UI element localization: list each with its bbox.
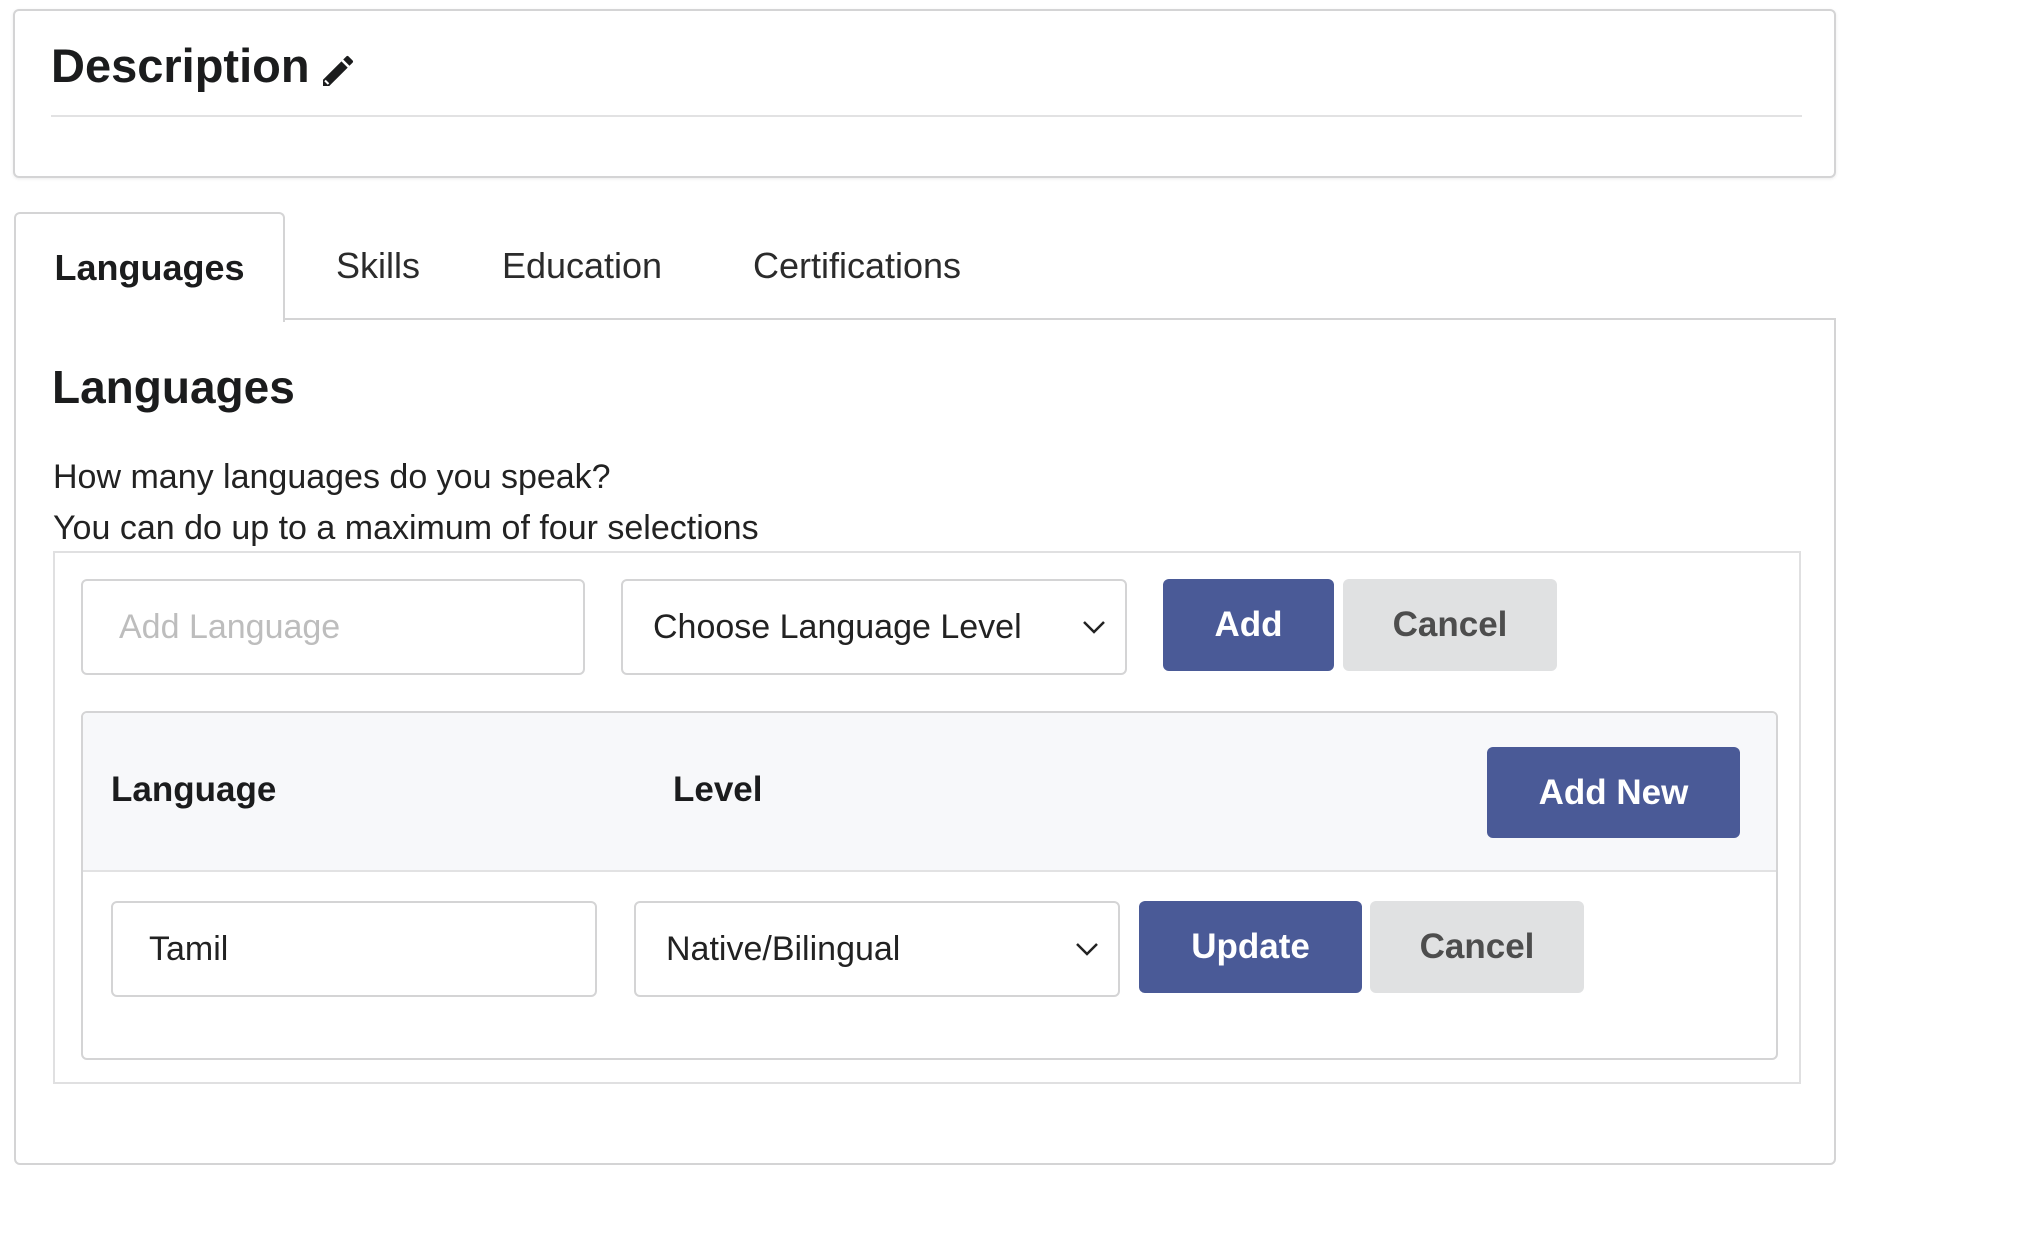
- languages-description: How many languages do you speak? You can…: [53, 452, 759, 554]
- description-header: Description: [51, 39, 1802, 117]
- add-button[interactable]: Add: [1163, 579, 1334, 671]
- pencil-icon[interactable]: [318, 51, 358, 91]
- tab-education[interactable]: Education: [471, 212, 693, 320]
- tab-certifications[interactable]: Certifications: [693, 212, 1021, 320]
- languages-hint: You can do up to a maximum of four selec…: [53, 509, 759, 547]
- add-language-input[interactable]: Add Language: [81, 579, 585, 675]
- header-language: Language: [111, 770, 277, 809]
- language-level-value: Choose Language Level: [653, 607, 1022, 646]
- profile-tabs: Languages Skills Education Certification…: [14, 212, 1021, 322]
- header-level: Level: [673, 770, 763, 809]
- description-title: Description: [51, 39, 310, 92]
- update-button[interactable]: Update: [1139, 901, 1362, 993]
- description-card: Description: [13, 9, 1836, 178]
- cancel-row-button[interactable]: Cancel: [1370, 901, 1584, 993]
- row-level-select[interactable]: Native/Bilingual: [634, 901, 1120, 997]
- language-level-select[interactable]: Choose Language Level: [621, 579, 1127, 675]
- languages-table: Language Level Add New Tamil Native/Bili…: [81, 711, 1778, 1060]
- row-level-value: Native/Bilingual: [666, 929, 901, 968]
- chevron-down-icon: [1083, 621, 1105, 634]
- languages-form-box: Add Language Choose Language Level Add C…: [53, 551, 1801, 1084]
- chevron-down-icon: [1076, 943, 1098, 956]
- tab-languages[interactable]: Languages: [14, 212, 285, 322]
- add-new-button[interactable]: Add New: [1487, 747, 1740, 838]
- languages-title: Languages: [52, 361, 295, 413]
- tab-skills[interactable]: Skills: [285, 212, 471, 320]
- row-language-input[interactable]: Tamil: [111, 901, 597, 997]
- languages-question: How many languages do you speak?: [53, 458, 611, 496]
- table-header: Language Level Add New: [83, 713, 1776, 872]
- languages-panel: Languages How many languages do you spea…: [14, 318, 1836, 1165]
- cancel-add-button[interactable]: Cancel: [1343, 579, 1557, 671]
